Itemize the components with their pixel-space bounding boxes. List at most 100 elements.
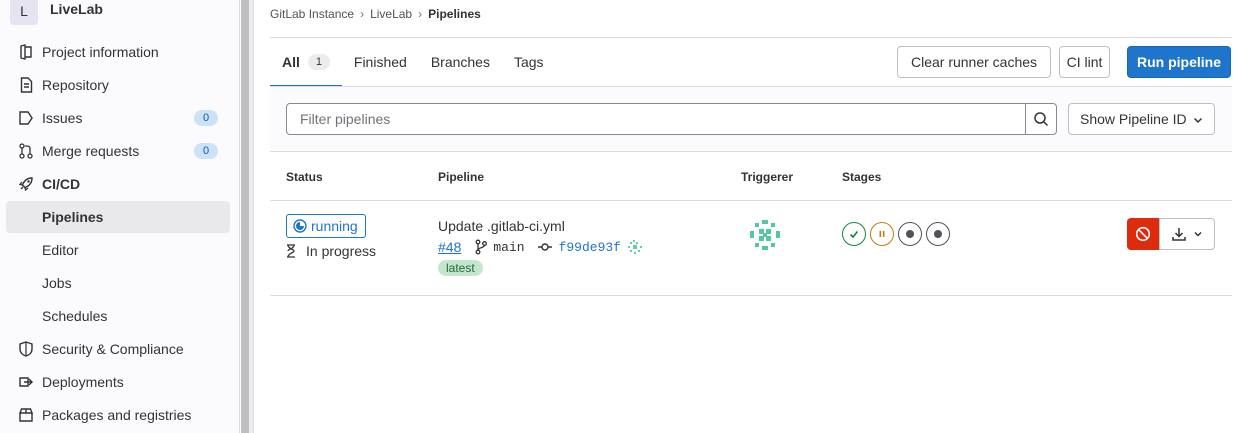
commit-icon [537, 242, 553, 252]
author-avatar-icon[interactable] [627, 239, 643, 255]
sidebar-item-project-information[interactable]: Project information [6, 36, 230, 68]
sidebar-divider [249, 0, 254, 433]
ci-lint-button[interactable]: CI lint [1059, 46, 1110, 78]
column-header-triggerer: Triggerer [741, 170, 794, 184]
pipeline-meta: #48 main f99de93f [438, 238, 649, 256]
pipeline-tabs: All 1 Finished Branches Tags [270, 38, 556, 87]
sidebar-item-pipelines[interactable]: Pipelines [6, 201, 230, 233]
sidebar-item-security-compliance[interactable]: Security & Compliance [6, 333, 230, 365]
sidebar-item-packages-registries[interactable]: Packages and registries [6, 399, 230, 431]
pipeline-duration: In progress [286, 243, 376, 259]
tab-all[interactable]: All 1 [270, 38, 342, 87]
shield-icon [18, 341, 34, 357]
breadcrumb: GitLab Instance › LiveLab › Pipelines [270, 6, 481, 22]
doc-icon [18, 77, 34, 93]
table-header: Status Pipeline Triggerer Stages [270, 153, 1232, 201]
column-header-pipeline: Pipeline [438, 170, 485, 184]
sidebar-item-issues[interactable]: Issues 0 [6, 102, 230, 134]
sidebar-item-repository[interactable]: Repository [6, 69, 230, 101]
deployments-icon [18, 374, 34, 390]
sidebar-item-label: Repository [42, 77, 109, 93]
sidebar-item-label: Editor [42, 242, 79, 258]
sidebar-item-label: Schedules [42, 308, 108, 324]
running-status-icon [293, 219, 307, 233]
created-dot-icon [933, 229, 943, 239]
sidebar-item-jobs[interactable]: Jobs [6, 267, 230, 299]
sidebar-item-label: CI/CD [42, 176, 81, 192]
sidebar-item-label: Merge requests [42, 143, 140, 159]
sidebar-item-cicd[interactable]: CI/CD [6, 168, 230, 200]
branch-icon [475, 239, 488, 255]
tab-label: Finished [353, 54, 407, 70]
clear-runner-caches-button[interactable]: Clear runner caches [897, 46, 1051, 78]
sidebar-item-label: Security & Compliance [42, 341, 184, 357]
breadcrumb-link-instance[interactable]: GitLab Instance [270, 7, 354, 21]
stage-running[interactable] [870, 222, 894, 246]
project-avatar: L [10, 0, 38, 25]
stage-created[interactable] [926, 222, 950, 246]
sidebar-item-label: Pipelines [42, 209, 104, 225]
merge-request-icon [18, 143, 34, 159]
chevron-right-icon: › [360, 7, 365, 21]
tab-finished[interactable]: Finished [342, 38, 419, 86]
created-dot-icon [905, 229, 915, 239]
status-label: running [311, 218, 358, 234]
cancel-icon [1135, 226, 1151, 242]
main-content: GitLab Instance › LiveLab › Pipelines Al… [270, 0, 1232, 433]
stage-success[interactable] [842, 222, 866, 246]
sidebar-item-label: Deployments [42, 374, 124, 390]
run-pipeline-button[interactable]: Run pipeline [1127, 46, 1231, 78]
package-icon [18, 407, 34, 423]
sidebar-item-merge-requests[interactable]: Merge requests 0 [6, 135, 230, 167]
filter-pipelines-input[interactable]: Filter pipelines [286, 103, 1026, 135]
sidebar-item-label: Packages and registries [42, 407, 192, 423]
sidebar-item-label: Issues [42, 110, 83, 126]
download-artifacts-dropdown[interactable] [1159, 218, 1215, 250]
issues-icon [18, 110, 34, 126]
filter-bar: Filter pipelines Show Pipeline ID [270, 87, 1232, 152]
project-header[interactable]: L LiveLab [10, 0, 103, 28]
pipeline-stages [842, 222, 954, 246]
status-detail: In progress [306, 243, 377, 259]
project-icon [18, 44, 34, 60]
hourglass-icon [286, 244, 296, 258]
tab-label: Tags [513, 54, 544, 70]
latest-badge: latest [438, 260, 483, 276]
tab-branches[interactable]: Branches [419, 38, 502, 86]
column-header-status: Status [286, 170, 323, 184]
project-name: LiveLab [50, 1, 103, 17]
download-icon [1171, 226, 1187, 242]
pipeline-id-link[interactable]: #48 [438, 239, 461, 255]
issues-count-badge: 0 [194, 110, 218, 126]
tab-label: All [282, 54, 300, 70]
sidebar-item-label: Project information [42, 44, 159, 60]
sidebar-item-editor[interactable]: Editor [6, 234, 230, 266]
triggerer-avatar[interactable] [748, 218, 782, 255]
column-header-stages: Stages [842, 170, 882, 184]
tab-tags[interactable]: Tags [502, 38, 556, 86]
show-pipeline-id-dropdown[interactable]: Show Pipeline ID [1068, 103, 1215, 135]
sidebar-item-deployments[interactable]: Deployments [6, 366, 230, 398]
chevron-right-icon: › [418, 7, 423, 21]
tab-count-badge: 1 [307, 54, 330, 70]
merge-requests-count-badge: 0 [194, 143, 218, 159]
commit-sha-link[interactable]: f99de93f [559, 240, 621, 255]
breadcrumb-link-project[interactable]: LiveLab [370, 7, 412, 21]
sidebar-scrollbar[interactable] [241, 0, 249, 433]
breadcrumb-current[interactable]: Pipelines [428, 7, 481, 21]
branch-link[interactable]: main [493, 240, 524, 255]
check-icon [848, 228, 860, 240]
rocket-icon [18, 176, 34, 192]
status-badge[interactable]: running [286, 214, 366, 238]
chevron-down-icon [1193, 229, 1203, 239]
search-icon [1033, 111, 1049, 127]
commit-title-link[interactable]: Update .gitlab-ci.yml [438, 218, 565, 234]
sidebar: L LiveLab Project information Repository… [0, 0, 240, 433]
table-row: running In progress Update .gitlab-ci.ym… [270, 201, 1232, 296]
sidebar-item-schedules[interactable]: Schedules [6, 300, 230, 332]
cancel-pipeline-button[interactable] [1127, 218, 1159, 250]
pause-icon [877, 229, 887, 239]
search-button[interactable] [1025, 103, 1057, 135]
tab-label: Branches [430, 54, 490, 70]
stage-created[interactable] [898, 222, 922, 246]
